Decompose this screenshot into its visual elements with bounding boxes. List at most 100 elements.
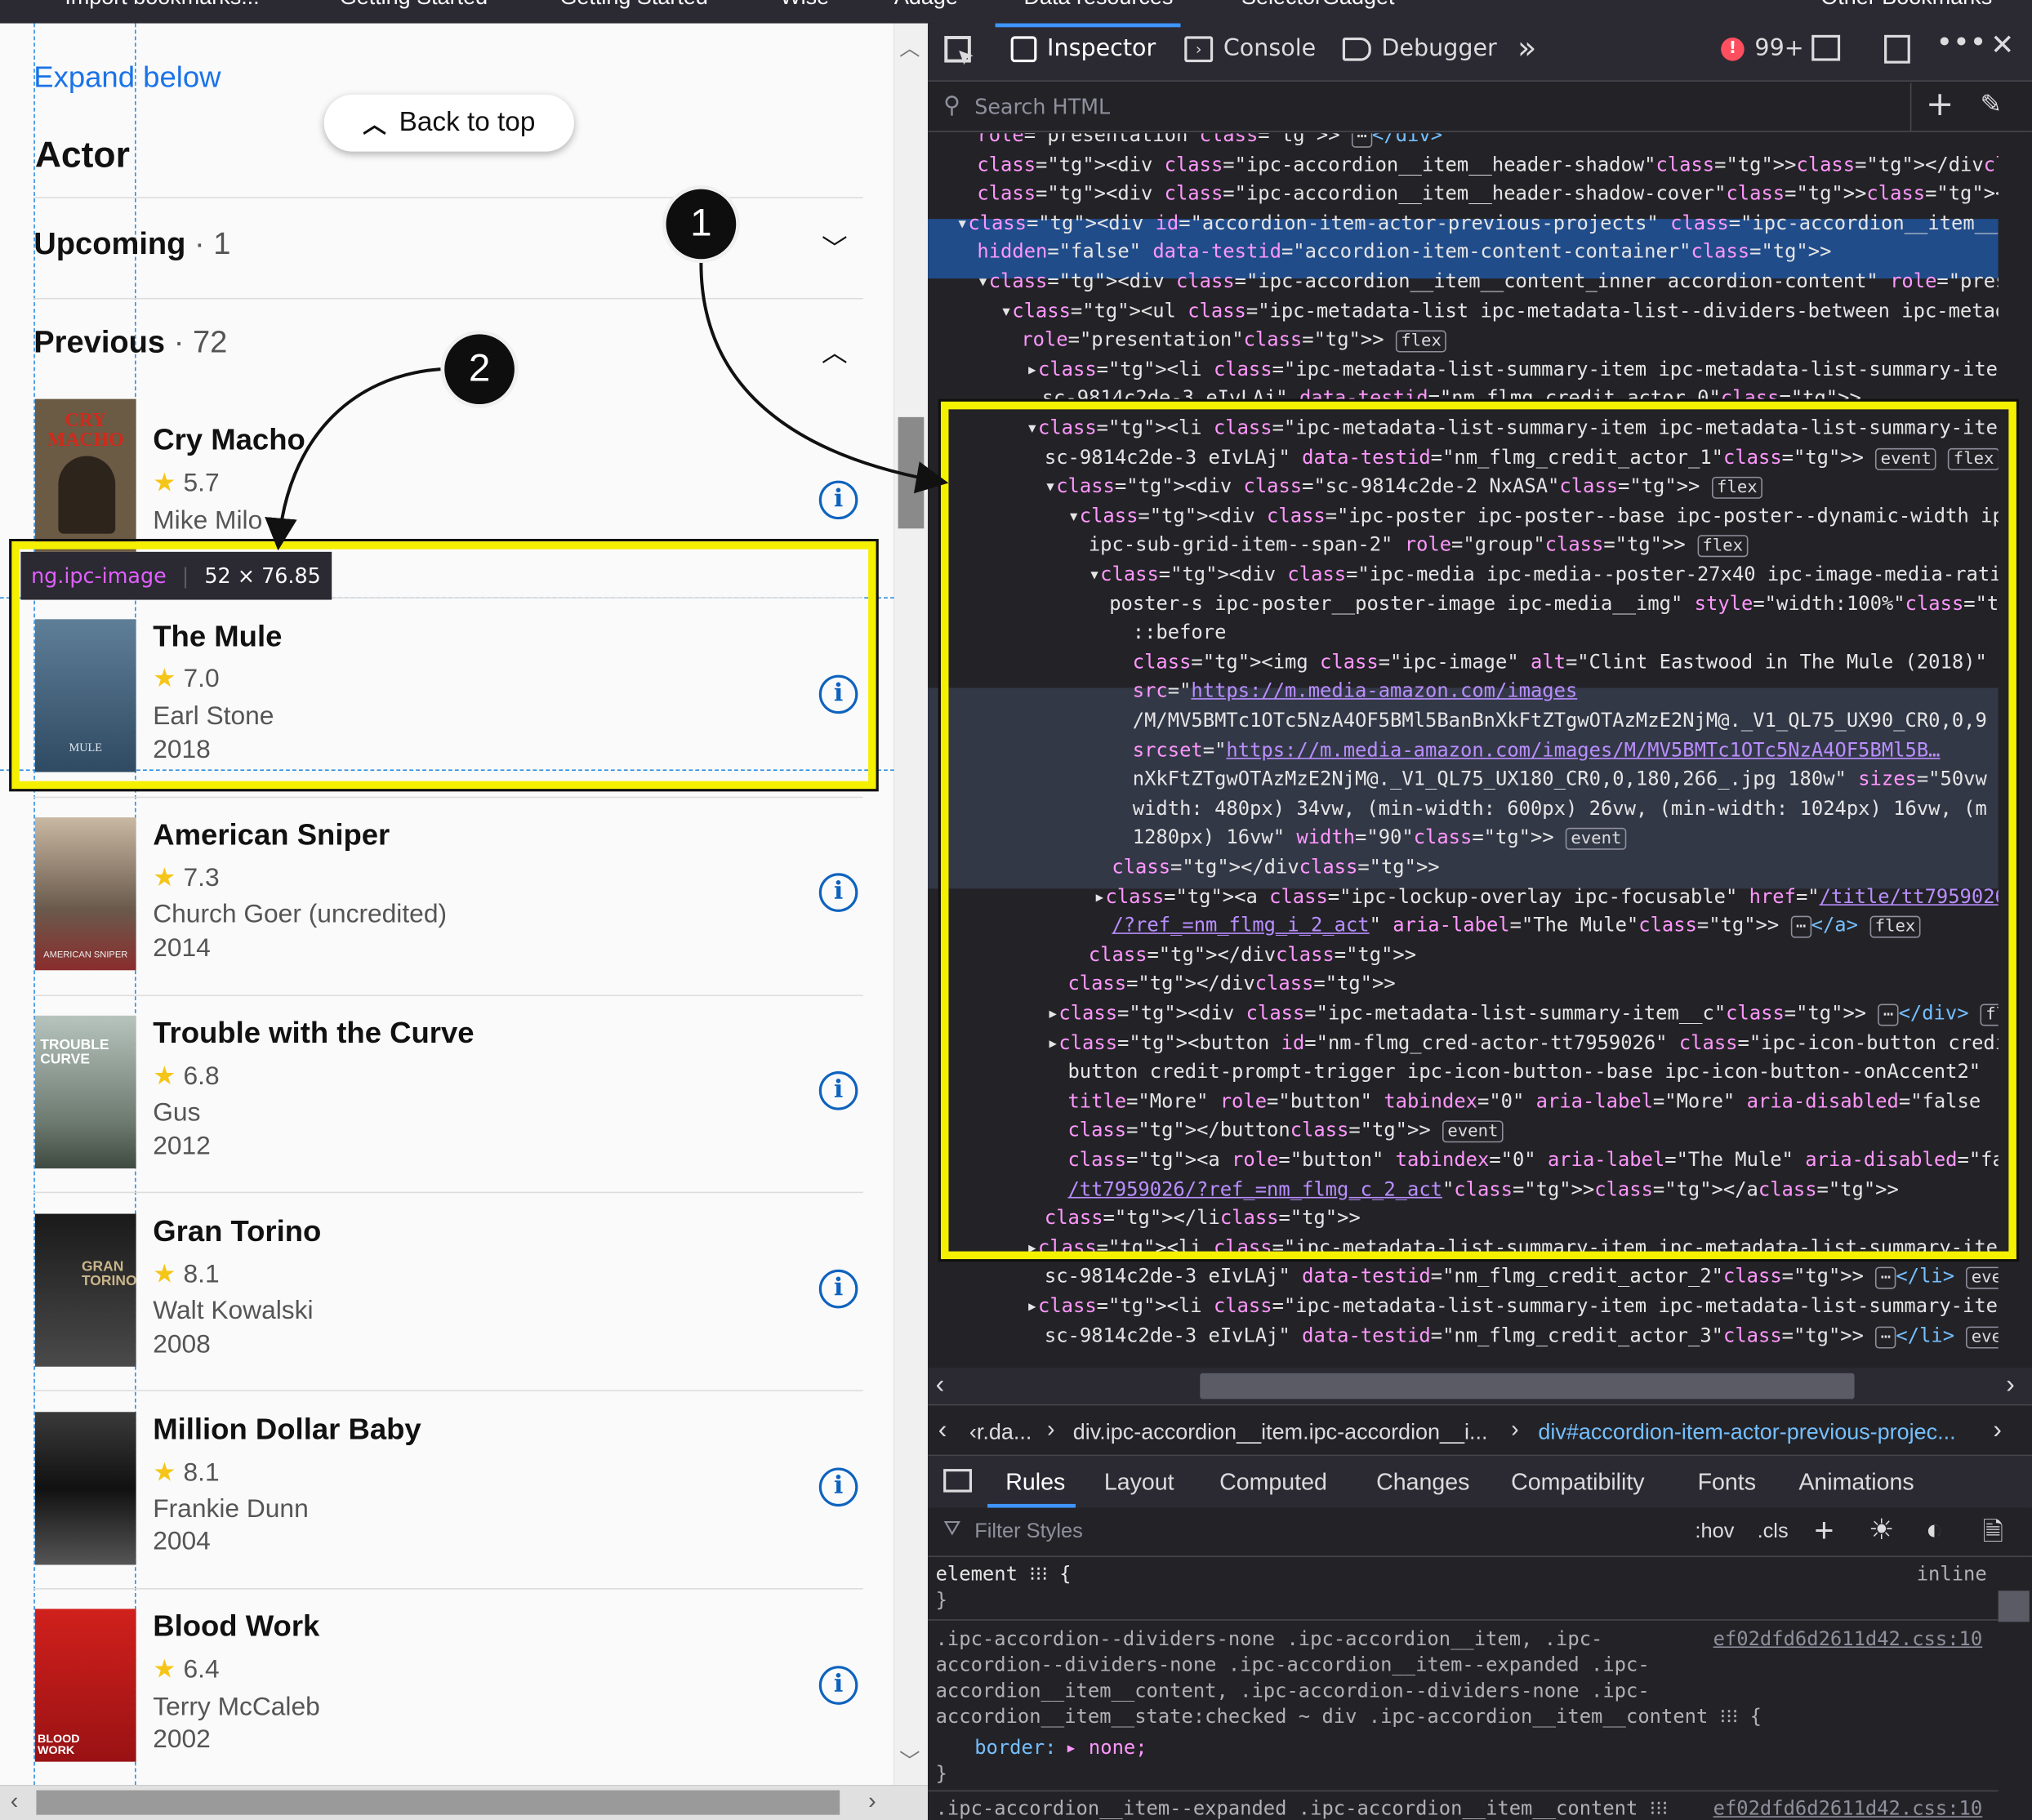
markup-line[interactable]: hidden="false" data-testid="accordion-it… xyxy=(977,240,1831,264)
markup-line[interactable]: ▸class="tg"><li class="ipc-metadata-list… xyxy=(1027,1294,1999,1318)
back-to-top-button[interactable]: ︿ Back to top xyxy=(323,94,574,152)
expand-below-link[interactable]: Expand below xyxy=(33,60,221,95)
tab-animations[interactable]: Animations xyxy=(1798,1469,1914,1496)
markup-line[interactable]: ▸class="tg"><li class="ipc-metadata-list… xyxy=(1027,358,1999,381)
html-search-bar[interactable]: ⚲ Search HTML + ✎ xyxy=(928,82,2032,132)
info-icon[interactable]: i xyxy=(818,1666,858,1705)
collapsed-content-icon[interactable]: ⋯ xyxy=(1875,1267,1896,1290)
css-value[interactable]: ▸ none; xyxy=(1065,1736,1147,1760)
scroll-right-icon[interactable]: › xyxy=(2006,1371,2015,1400)
poster-image[interactable]: TROUBLE CURVE xyxy=(34,1015,136,1169)
add-rule-icon[interactable]: + xyxy=(1814,1511,1834,1551)
markup-line[interactable]: sc-9814c2de-3 eIvLAj" data-testid="nm_fl… xyxy=(1045,1265,1999,1290)
credit-title[interactable]: Gran Torino xyxy=(153,1214,321,1249)
breadcrumb-right-icon[interactable]: › xyxy=(1993,1416,2002,1445)
poster-image[interactable]: GRAN TORINO xyxy=(34,1213,136,1367)
markup-line[interactable]: class="tg"><div class="ipc-accordion__it… xyxy=(977,181,1998,205)
markup-line[interactable]: ▾class="tg"><ul class="ipc-metadata-list… xyxy=(1000,299,1999,323)
info-icon[interactable]: i xyxy=(818,873,858,912)
tab-layout[interactable]: Layout xyxy=(1104,1469,1174,1496)
bookmark-item[interactable]: Other Bookmarks xyxy=(1820,0,1992,11)
info-icon[interactable]: i xyxy=(818,480,858,520)
bookmark-item[interactable]: Wise xyxy=(780,0,829,11)
poster-image[interactable]: AMERICAN SNIPER xyxy=(34,817,136,971)
credit-title[interactable]: American Sniper xyxy=(153,817,390,852)
toggle-sidebar-icon[interactable] xyxy=(943,1469,973,1493)
bookmark-item[interactable]: Data resources xyxy=(1023,0,1173,11)
search-input[interactable]: Search HTML xyxy=(974,95,1110,119)
credit-title[interactable]: Cry Macho xyxy=(153,422,305,457)
rule-source-link[interactable]: ef02dfd6d2611d42.css:10 xyxy=(1713,1796,1983,1820)
bookmark-item[interactable]: Import bookmarks... xyxy=(65,0,259,11)
horizontal-scrollbar[interactable]: ‹ › xyxy=(0,1785,929,1820)
credit-title[interactable]: Blood Work xyxy=(153,1609,319,1644)
tab-changes[interactable]: Changes xyxy=(1376,1469,1469,1496)
poster-image[interactable] xyxy=(34,1412,136,1565)
bookmark-item[interactable]: Getting Started xyxy=(559,0,707,11)
info-icon[interactable]: i xyxy=(818,1071,858,1110)
responsive-icon[interactable] xyxy=(1811,34,1841,61)
tab-fonts[interactable]: Fonts xyxy=(1698,1469,1756,1496)
tab-rules[interactable]: Rules xyxy=(1005,1469,1065,1496)
chevron-up-icon[interactable]: ︿ xyxy=(822,332,848,369)
credit-title[interactable]: Million Dollar Baby xyxy=(153,1412,421,1447)
scroll-right-icon[interactable]: › xyxy=(868,1787,876,1814)
flex-badge[interactable]: flex xyxy=(1395,330,1447,353)
bookmark-item[interactable]: Adage xyxy=(894,0,958,11)
print-media-icon[interactable]: 🗎 xyxy=(1983,1513,2004,1557)
error-badge[interactable]: ! 99+ xyxy=(1721,35,1804,62)
tab-console[interactable]: › Console xyxy=(1184,35,1316,62)
collapsed-content-icon[interactable]: ⋯ xyxy=(1875,1325,1896,1348)
markup-line[interactable]: role="presentation"class="tg">> flex xyxy=(1021,328,1447,353)
light-mode-icon[interactable]: ☀ xyxy=(1869,1513,1894,1546)
scroll-down-icon[interactable]: ﹀ xyxy=(899,1743,920,1774)
markup-line[interactable]: sc-9814c2de-3 eIvLAj" data-testid="nm_fl… xyxy=(1045,1324,1999,1348)
eyedropper-icon[interactable]: ✎ xyxy=(1980,88,2002,119)
more-tabs-icon[interactable]: » xyxy=(1517,29,1536,65)
rules-scrollbar[interactable] xyxy=(1998,1556,2032,1820)
event-badge[interactable]: event xyxy=(1966,1325,1999,1348)
breadcrumb-item[interactable]: ‹r.da... xyxy=(969,1420,1032,1446)
bookmark-item[interactable]: SelectorGadget xyxy=(1241,0,1394,11)
accordion-upcoming[interactable]: Upcoming · 1 xyxy=(33,227,230,263)
collapsed-content-icon[interactable]: ⋯ xyxy=(1351,133,1373,148)
markup-line[interactable]: ▾class="tg"><div class="ipc-accordion__i… xyxy=(977,269,1998,293)
scroll-up-icon[interactable]: ︿ xyxy=(899,31,920,62)
chevron-down-icon[interactable]: ﹀ xyxy=(822,228,848,265)
event-badge[interactable]: event xyxy=(1966,1267,1999,1290)
scroll-left-icon[interactable]: ‹ xyxy=(936,1371,945,1400)
css-property[interactable]: border: xyxy=(974,1736,1056,1760)
bookmark-item[interactable]: Getting Started xyxy=(340,0,488,11)
rule-source-link[interactable]: ef02dfd6d2611d42.css:10 xyxy=(1713,1627,1983,1651)
add-node-icon[interactable]: + xyxy=(1926,86,1954,125)
info-icon[interactable]: i xyxy=(818,1467,858,1507)
scrollbar-thumb[interactable] xyxy=(898,416,925,529)
scrollbar-thumb[interactable] xyxy=(1998,1591,2030,1622)
markup-line[interactable]: class="tg"><div class="ipc-accordion__it… xyxy=(977,153,1998,176)
markup-line[interactable]: ▾class="tg"><div id="accordion-item-acto… xyxy=(956,211,1999,234)
markup-horizontal-scrollbar[interactable]: ‹ › xyxy=(928,1368,2032,1404)
filter-styles-input[interactable]: Filter Styles xyxy=(974,1521,1083,1545)
scroll-left-icon[interactable]: ‹ xyxy=(11,1787,19,1814)
scrollbar-thumb[interactable] xyxy=(1200,1373,1855,1399)
poster-image[interactable]: CRY MACHO xyxy=(34,398,136,552)
menu-dots-icon[interactable]: ••• xyxy=(1936,27,1987,60)
tab-debugger[interactable]: Debugger xyxy=(1342,35,1497,62)
tab-compatibility[interactable]: Compatibility xyxy=(1511,1469,1645,1496)
tab-inspector[interactable]: Inspector xyxy=(1010,35,1156,62)
dark-mode-icon[interactable]: ◐ xyxy=(1926,1513,1943,1546)
page-scrollbar[interactable]: ︿ ﹀ xyxy=(893,23,929,1786)
cls-toggle[interactable]: .cls xyxy=(1758,1521,1789,1545)
close-icon[interactable]: ✕ xyxy=(1990,29,2014,62)
dock-icon[interactable] xyxy=(1884,34,1910,64)
accordion-previous[interactable]: Previous · 72 xyxy=(33,325,227,361)
tab-computed[interactable]: Computed xyxy=(1219,1469,1327,1496)
markup-line[interactable]: role="presentation"class="tg">> ⋯ </div> xyxy=(977,133,1442,148)
pick-element-icon[interactable] xyxy=(943,35,977,69)
info-icon[interactable]: i xyxy=(818,1269,858,1309)
breadcrumb-item-selected[interactable]: div#accordion-item-actor-previous-projec… xyxy=(1538,1420,1955,1446)
breadcrumb-item[interactable]: div.ipc-accordion__item.ipc-accordion__i… xyxy=(1073,1420,1488,1446)
credit-title[interactable]: Trouble with the Curve xyxy=(153,1016,474,1051)
breadcrumb-left-icon[interactable]: ‹ xyxy=(938,1416,947,1445)
scrollbar-thumb[interactable] xyxy=(36,1790,840,1815)
